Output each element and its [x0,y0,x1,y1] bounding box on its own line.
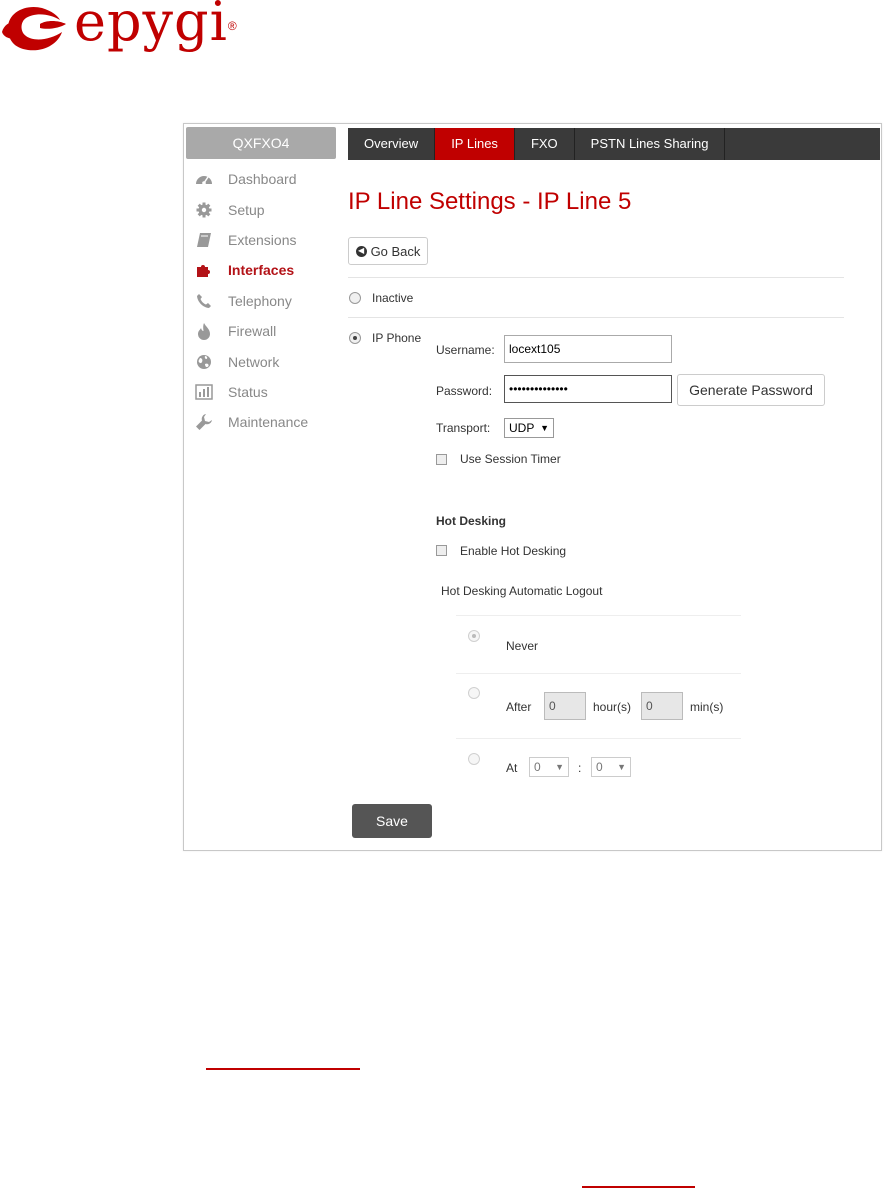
sidebar-item-label: Interfaces [228,262,295,279]
sidebar-item-interfaces[interactable]: Interfaces [194,255,308,285]
epygi-logo-icon [2,6,66,51]
sidebar-item-label: Network [228,353,280,370]
sidebar-nav: Dashboard Setup Extensions Interfaces Te… [194,164,308,438]
sidebar-item-telephony[interactable]: Telephony [194,286,308,316]
sidebar-item-dashboard[interactable]: Dashboard [194,164,308,194]
sidebar-item-label: Extensions [228,231,297,248]
wrench-icon [194,412,214,432]
phone-icon [194,291,214,311]
hyperlink-underline [206,1068,360,1070]
tab-bar: Overview IP Lines FXO PSTN Lines Sharing [348,128,880,160]
hours-unit-label: hour(s) [593,700,632,714]
sidebar-item-firewall[interactable]: Firewall [194,316,308,346]
inactive-label: Inactive [372,291,414,305]
divider [348,317,844,318]
logout-at-label: At [506,761,518,775]
sidebar-item-extensions[interactable]: Extensions [194,225,308,255]
puzzle-icon [194,260,214,280]
at-hour-value: 0 [534,760,541,774]
sidebar-item-maintenance[interactable]: Maintenance [194,407,308,437]
sidebar-item-label: Dashboard [228,171,297,188]
enable-hot-desking-label: Enable Hot Desking [460,544,567,558]
caret-down-icon: ▼ [555,762,564,772]
transport-value: UDP [509,421,535,435]
logout-at-radio[interactable] [468,753,480,765]
divider [456,673,741,674]
tab-fxo[interactable]: FXO [515,128,575,160]
device-title: QXFXO4 [186,127,336,159]
hyperlink-underline [582,1186,695,1188]
flame-icon [194,321,214,341]
ip-phone-label: IP Phone [372,331,422,345]
generate-password-button[interactable]: Generate Password [677,374,825,406]
arrow-left-circle-icon: ◀ [355,245,367,257]
divider [456,615,741,616]
sidebar-item-label: Telephony [228,292,292,309]
username-input[interactable] [504,335,672,363]
sidebar-item-status[interactable]: Status [194,377,308,407]
sidebar-item-setup[interactable]: Setup [194,194,308,224]
caret-down-icon: ▼ [617,762,626,772]
inactive-radio[interactable] [349,292,361,304]
globe-icon [194,352,214,372]
session-timer-checkbox[interactable] [436,454,447,465]
username-label: Username: [436,343,495,357]
ip-phone-radio[interactable] [349,332,361,344]
logout-after-label: After [506,700,532,714]
bar-chart-icon [194,382,214,402]
registered-mark: ® [227,19,237,33]
auto-logout-heading: Hot Desking Automatic Logout [441,584,603,598]
logout-at-hour-select[interactable]: 0 ▼ [529,757,569,777]
tab-overview[interactable]: Overview [348,128,436,160]
go-back-button[interactable]: ◀ Go Back [348,237,428,265]
sidebar-item-label: Setup [228,201,265,218]
transport-label: Transport: [436,421,491,435]
time-separator: : [578,761,582,775]
tab-ip-lines[interactable]: IP Lines [435,128,515,160]
page-title: IP Line Settings - IP Line 5 [348,188,632,215]
sidebar-item-network[interactable]: Network [194,346,308,376]
logout-at-minute-select[interactable]: 0 ▼ [591,757,631,777]
mins-unit-label: min(s) [690,700,724,714]
brand-wordmark: epygi [74,0,228,53]
brand-logo: epygi ® [0,0,237,56]
transport-select[interactable]: UDP ▼ [504,418,554,438]
sidebar-item-label: Maintenance [228,414,309,431]
at-minute-value: 0 [596,760,603,774]
divider [348,277,844,278]
logout-after-radio[interactable] [468,687,480,699]
logout-hours-input[interactable] [544,692,586,720]
password-label: Password: [436,384,493,398]
dashboard-icon [194,169,214,189]
app-window: QXFXO4 Dashboard Setup Extensions Interf… [183,123,882,851]
gear-icon [194,200,214,220]
enable-hot-desking-checkbox[interactable] [436,545,447,556]
logout-mins-input[interactable] [641,692,683,720]
logout-never-radio[interactable] [468,630,480,642]
caret-down-icon: ▼ [540,423,549,433]
go-back-label: Go Back [370,243,421,259]
logout-never-label: Never [506,639,539,653]
sidebar-item-label: Firewall [228,323,277,340]
password-input[interactable]: •••••••••••••• [504,375,672,403]
hot-desking-heading: Hot Desking [436,514,507,528]
tab-pstn-lines-sharing[interactable]: PSTN Lines Sharing [575,128,726,160]
save-button[interactable]: Save [352,804,432,838]
book-icon [194,230,214,250]
sidebar-item-label: Status [228,383,268,400]
divider [456,738,741,739]
session-timer-label: Use Session Timer [460,452,561,466]
